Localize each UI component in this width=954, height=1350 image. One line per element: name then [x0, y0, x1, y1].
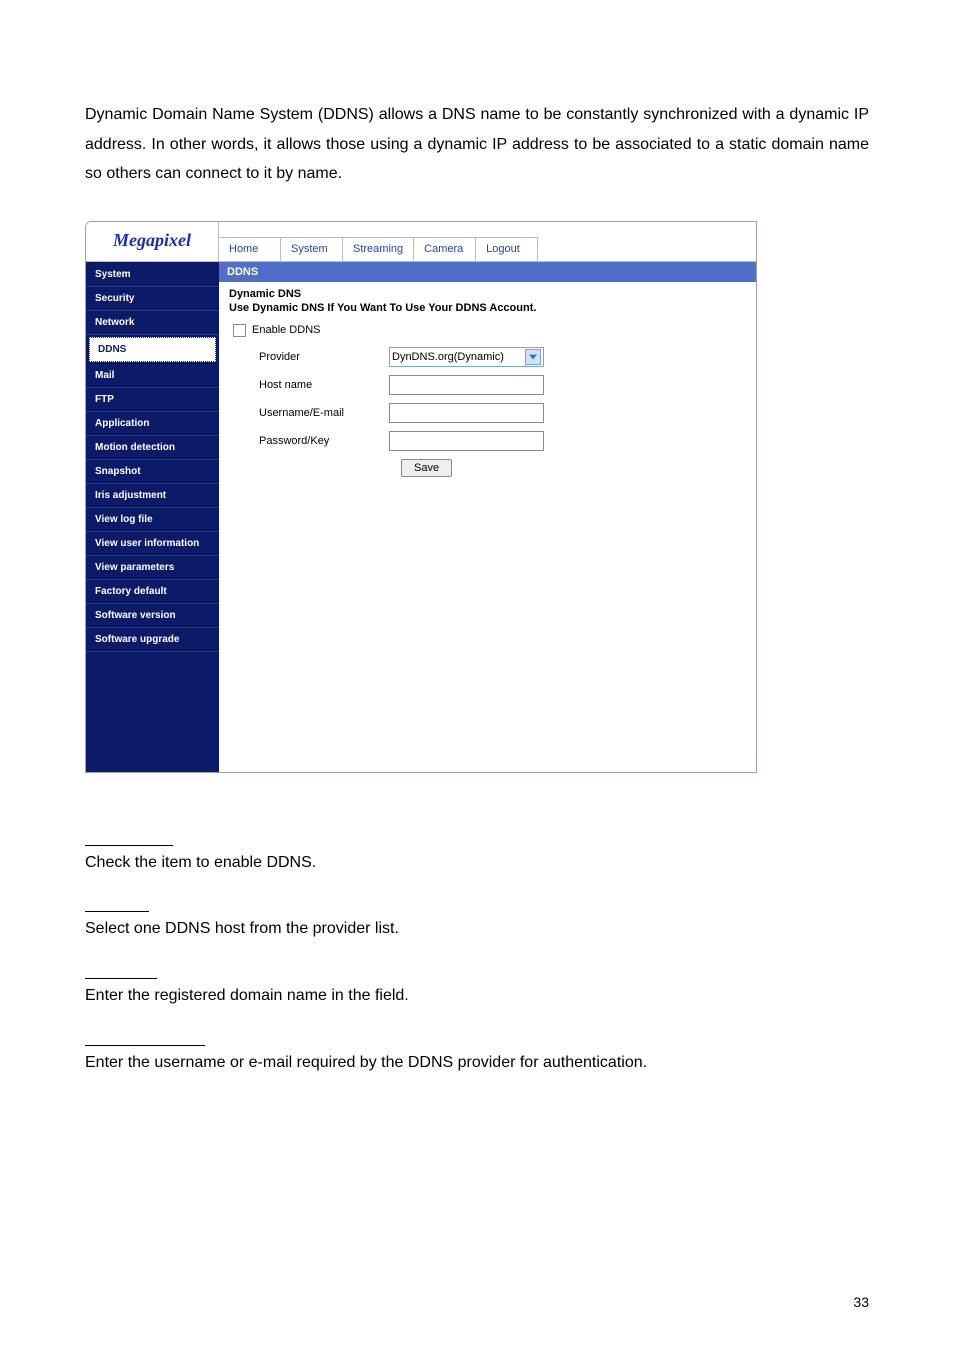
panel-hint: Use Dynamic DNS If You Want To Use Your … — [229, 302, 746, 314]
password-input[interactable] — [389, 431, 544, 451]
sidebar-item-application[interactable]: Application — [87, 412, 218, 436]
definitions-list: Check the item to enable DDNS. Select one… — [85, 845, 869, 1075]
definition-item: Enter the username or e-mail required by… — [85, 1045, 869, 1076]
logo: Megapixel — [86, 221, 219, 261]
save-button[interactable]: Save — [401, 459, 452, 477]
hostname-label: Host name — [259, 379, 389, 391]
definition-item: Enter the registered domain name in the … — [85, 978, 869, 1009]
sidebar-item-view-log-file[interactable]: View log file — [87, 508, 218, 532]
nav-home[interactable]: Home — [219, 238, 281, 261]
page-number: 33 — [853, 1294, 869, 1310]
app-screenshot: Megapixel Home System Streaming Camera L… — [85, 221, 757, 773]
panel-title: DDNS — [219, 262, 756, 282]
definition-underline — [85, 978, 157, 979]
sidebar-item-system[interactable]: System — [87, 263, 218, 287]
definition-description: Select one DDNS host from the provider l… — [85, 916, 869, 942]
provider-select[interactable]: DynDNS.org(Dynamic) — [389, 347, 544, 367]
sidebar-item-snapshot[interactable]: Snapshot — [87, 460, 218, 484]
enable-ddns-checkbox[interactable] — [233, 324, 246, 337]
definition-underline — [85, 911, 149, 912]
password-label: Password/Key — [259, 435, 389, 447]
provider-label: Provider — [259, 351, 389, 363]
sidebar-item-iris-adjustment[interactable]: Iris adjustment — [87, 484, 218, 508]
content-panel: DDNS Dynamic DNS Use Dynamic DNS If You … — [219, 262, 756, 772]
sidebar: SystemSecurityNetworkDDNSMailFTPApplicat… — [86, 262, 219, 772]
intro-paragraph: Dynamic Domain Name System (DDNS) allows… — [85, 100, 869, 189]
username-label: Username/E-mail — [259, 407, 389, 419]
sidebar-item-motion-detection[interactable]: Motion detection — [87, 436, 218, 460]
username-input[interactable] — [389, 403, 544, 423]
sidebar-item-software-version[interactable]: Software version — [87, 604, 218, 628]
sidebar-item-mail[interactable]: Mail — [87, 364, 218, 388]
chevron-down-icon — [525, 349, 541, 365]
definition-description: Check the item to enable DDNS. — [85, 850, 869, 876]
nav-streaming[interactable]: Streaming — [343, 238, 414, 261]
nav-camera[interactable]: Camera — [414, 238, 476, 261]
top-navigation: Home System Streaming Camera Logout — [219, 237, 538, 261]
definition-item: Check the item to enable DDNS. — [85, 845, 869, 876]
hostname-input[interactable] — [389, 375, 544, 395]
sidebar-item-factory-default[interactable]: Factory default — [87, 580, 218, 604]
enable-ddns-label: Enable DDNS — [252, 324, 320, 336]
sidebar-item-security[interactable]: Security — [87, 287, 218, 311]
provider-value: DynDNS.org(Dynamic) — [392, 351, 504, 363]
definition-description: Enter the username or e-mail required by… — [85, 1050, 869, 1076]
sidebar-item-ddns[interactable]: DDNS — [89, 337, 216, 362]
sidebar-item-ftp[interactable]: FTP — [87, 388, 218, 412]
nav-system[interactable]: System — [281, 238, 343, 261]
sidebar-item-view-parameters[interactable]: View parameters — [87, 556, 218, 580]
sidebar-item-software-upgrade[interactable]: Software upgrade — [87, 628, 218, 652]
definition-description: Enter the registered domain name in the … — [85, 983, 869, 1009]
definition-underline — [85, 1045, 205, 1046]
sidebar-item-network[interactable]: Network — [87, 311, 218, 335]
sidebar-item-view-user-information[interactable]: View user information — [87, 532, 218, 556]
definition-item: Select one DDNS host from the provider l… — [85, 911, 869, 942]
nav-logout[interactable]: Logout — [476, 238, 538, 261]
panel-heading: Dynamic DNS — [229, 288, 301, 300]
definition-underline — [85, 845, 173, 846]
